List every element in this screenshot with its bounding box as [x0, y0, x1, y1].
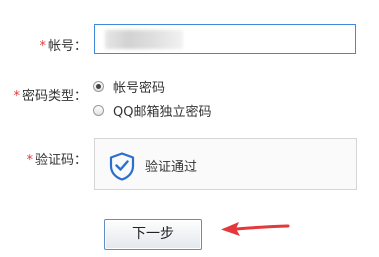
required-mark: *: [26, 153, 33, 168]
account-input[interactable]: [95, 25, 355, 53]
radio-qq-mail-password-label: QQ邮箱独立密码: [113, 104, 212, 120]
captcha-label: * 验证码：: [0, 149, 87, 168]
radio-qq-mail-password[interactable]: QQ邮箱独立密码: [93, 101, 212, 120]
account-field[interactable]: [94, 24, 356, 54]
account-label-text: 帐号：: [47, 39, 87, 54]
captcha-status-text: 验证通过: [145, 160, 198, 175]
next-step-button[interactable]: 下一步: [104, 219, 202, 250]
captcha-verification-box[interactable]: 验证通过: [94, 138, 357, 190]
required-mark: *: [39, 39, 46, 54]
password-type-label: * 密码类型：: [0, 85, 87, 104]
account-label: * 帐号：: [0, 35, 87, 54]
radio-button-checked[interactable]: [93, 80, 104, 92]
captcha-label-text: 验证码：: [34, 153, 87, 168]
radio-account-password-label: 帐号密码: [113, 80, 166, 96]
password-type-label-text: 密码类型：: [21, 89, 87, 104]
arrow-left-icon: [221, 222, 290, 236]
radio-button-unchecked[interactable]: [93, 104, 104, 116]
shield-check-icon: [109, 152, 135, 181]
radio-account-password[interactable]: 帐号密码: [93, 77, 166, 96]
required-mark: *: [13, 89, 20, 104]
